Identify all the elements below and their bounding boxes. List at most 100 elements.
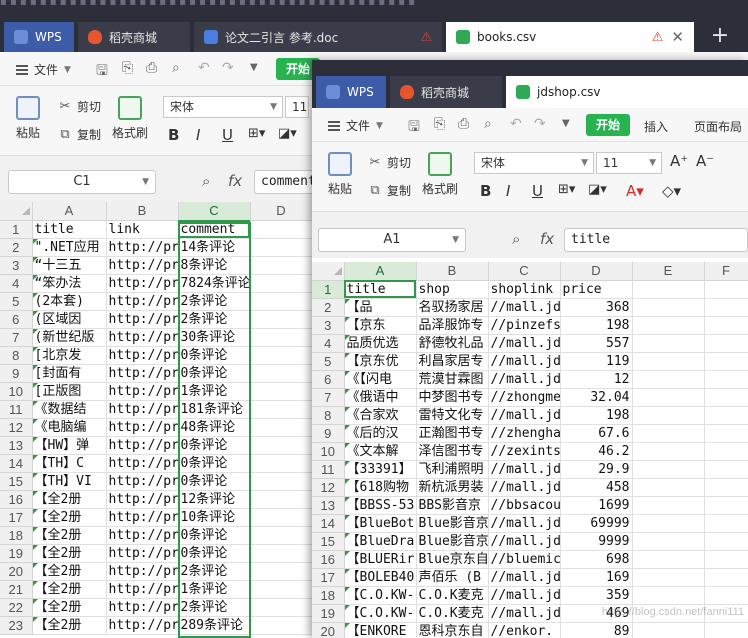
data-cell[interactable]: 289条评论	[178, 616, 251, 635]
data-cell[interactable]: 《文本解	[344, 442, 417, 461]
empty-cell[interactable]	[632, 586, 705, 605]
data-cell[interactable]: 《电脑编	[32, 418, 107, 437]
data-cell[interactable]: 【C.O.KW-	[344, 586, 417, 605]
row-number[interactable]: 2	[0, 238, 33, 257]
data-cell[interactable]: 【ENKORE	[344, 622, 417, 638]
data-cell[interactable]: //mall.jd	[488, 514, 561, 533]
close-icon[interactable]: ✕	[671, 28, 684, 46]
data-cell[interactable]: 557	[560, 334, 633, 353]
data-cell[interactable]: http://pr	[106, 418, 179, 437]
decrease-font-icon[interactable]: A⁻	[696, 152, 714, 170]
row-number[interactable]: 17	[312, 568, 345, 587]
data-cell[interactable]: 2条评论	[178, 292, 251, 311]
row-number[interactable]: 11	[312, 460, 345, 479]
data-cell[interactable]: 1条评论	[178, 580, 251, 599]
fill-color-icon[interactable]: ◪▾	[278, 126, 297, 141]
fx-label[interactable]: fx	[540, 230, 554, 248]
empty-cell[interactable]	[250, 364, 313, 383]
data-cell[interactable]: 《【闪电	[344, 370, 417, 389]
empty-cell[interactable]	[250, 400, 313, 419]
empty-cell[interactable]	[250, 490, 313, 509]
increase-font-icon[interactable]: A⁺	[670, 152, 688, 170]
data-cell[interactable]: 【BlueBot	[344, 514, 417, 533]
data-cell[interactable]: ".NET应用	[32, 238, 107, 257]
data-cell[interactable]: Blue影音京	[416, 532, 489, 551]
data-cell[interactable]: 【BOLEB40	[344, 568, 417, 587]
data-cell[interactable]: “十三五	[32, 256, 107, 275]
empty-cell[interactable]	[704, 478, 748, 497]
data-cell[interactable]: 【全2册	[32, 598, 107, 617]
data-cell[interactable]: [北京发	[32, 346, 107, 365]
data-cell[interactable]: 【品	[344, 298, 417, 317]
row-number[interactable]: 4	[0, 274, 33, 293]
data-cell[interactable]: //pinzefs	[488, 316, 561, 335]
data-cell[interactable]: 198	[560, 316, 633, 335]
data-cell[interactable]: (区域因	[32, 310, 107, 329]
print-icon[interactable]: ⎙	[146, 60, 157, 76]
preview-icon[interactable]: ⌕	[484, 116, 492, 132]
row-number[interactable]: 19	[312, 604, 345, 623]
tab-daoke-store[interactable]: 稻壳商城	[390, 76, 502, 108]
data-cell[interactable]: 9999	[560, 532, 633, 551]
row-number[interactable]: 3	[312, 316, 345, 335]
data-cell[interactable]: Blue影音京	[416, 514, 489, 533]
data-cell[interactable]: 【全2册	[32, 526, 107, 545]
data-cell[interactable]: 【BLUERir	[344, 550, 417, 569]
data-cell[interactable]: 【全2册	[32, 580, 107, 599]
data-cell[interactable]: 46.2	[560, 442, 633, 461]
data-cell[interactable]: //mall.jd	[488, 352, 561, 371]
data-cell[interactable]: BBS影音京	[416, 496, 489, 515]
empty-cell[interactable]	[250, 346, 313, 365]
data-cell[interactable]: //bluemic	[488, 550, 561, 569]
data-cell[interactable]: //bbsacou	[488, 496, 561, 515]
row-number[interactable]: 9	[312, 424, 345, 443]
empty-cell[interactable]	[704, 352, 748, 371]
data-cell[interactable]: //mall.jd	[488, 370, 561, 389]
data-cell[interactable]: Blue京东自	[416, 550, 489, 569]
column-header[interactable]: A	[344, 262, 417, 281]
data-cell[interactable]: 119	[560, 352, 633, 371]
empty-cell[interactable]	[632, 568, 705, 587]
header-cell[interactable]: title	[32, 220, 107, 239]
data-cell[interactable]: http://pr	[106, 490, 179, 509]
data-cell[interactable]: http://pr	[106, 616, 179, 635]
data-cell[interactable]: 29.9	[560, 460, 633, 479]
data-cell[interactable]: http://pr	[106, 328, 179, 347]
column-header[interactable]: B	[106, 202, 179, 221]
empty-cell[interactable]	[704, 532, 748, 551]
undo-icon[interactable]: ↶	[510, 116, 522, 132]
data-cell[interactable]: http://pr	[106, 382, 179, 401]
tab-wps[interactable]: WPS	[4, 22, 74, 52]
row-number[interactable]: 4	[312, 334, 345, 353]
empty-cell[interactable]	[250, 436, 313, 455]
column-header[interactable]: D	[560, 262, 633, 281]
data-cell[interactable]: 10条评论	[178, 508, 251, 527]
data-cell[interactable]: 【HW】弹	[32, 436, 107, 455]
tab-jdshop-csv[interactable]: jdshop.csv	[506, 76, 748, 108]
empty-cell[interactable]	[632, 316, 705, 335]
data-cell[interactable]: 2条评论	[178, 562, 251, 581]
data-cell[interactable]: 368	[560, 298, 633, 317]
data-cell[interactable]: //mall.jd	[488, 298, 561, 317]
export-icon[interactable]: ⎘	[122, 60, 133, 76]
data-cell[interactable]: 泽信图书专	[416, 442, 489, 461]
cut-button[interactable]: ✂ 剪切	[58, 98, 101, 115]
data-cell[interactable]: http://pr	[106, 400, 179, 419]
data-cell[interactable]: 1条评论	[178, 382, 251, 401]
empty-cell[interactable]	[250, 472, 313, 491]
redo-icon[interactable]: ↷	[222, 60, 234, 76]
empty-cell[interactable]	[250, 562, 313, 581]
data-cell[interactable]: 181条评论	[178, 400, 251, 419]
data-cell[interactable]: 《合家欢	[344, 406, 417, 425]
data-cell[interactable]: //mall.jd	[488, 478, 561, 497]
select-all-corner[interactable]	[0, 202, 33, 221]
data-cell[interactable]: http://pr	[106, 310, 179, 329]
data-cell[interactable]: 32.04	[560, 388, 633, 407]
data-cell[interactable]: 0条评论	[178, 526, 251, 545]
font-color-icon[interactable]: A▾	[626, 182, 644, 200]
data-cell[interactable]: C.O.K麦克	[416, 604, 489, 623]
row-number[interactable]: 7	[312, 388, 345, 407]
empty-cell[interactable]	[250, 598, 313, 617]
data-cell[interactable]: 2条评论	[178, 598, 251, 617]
data-cell[interactable]: 名驭扬家居	[416, 298, 489, 317]
